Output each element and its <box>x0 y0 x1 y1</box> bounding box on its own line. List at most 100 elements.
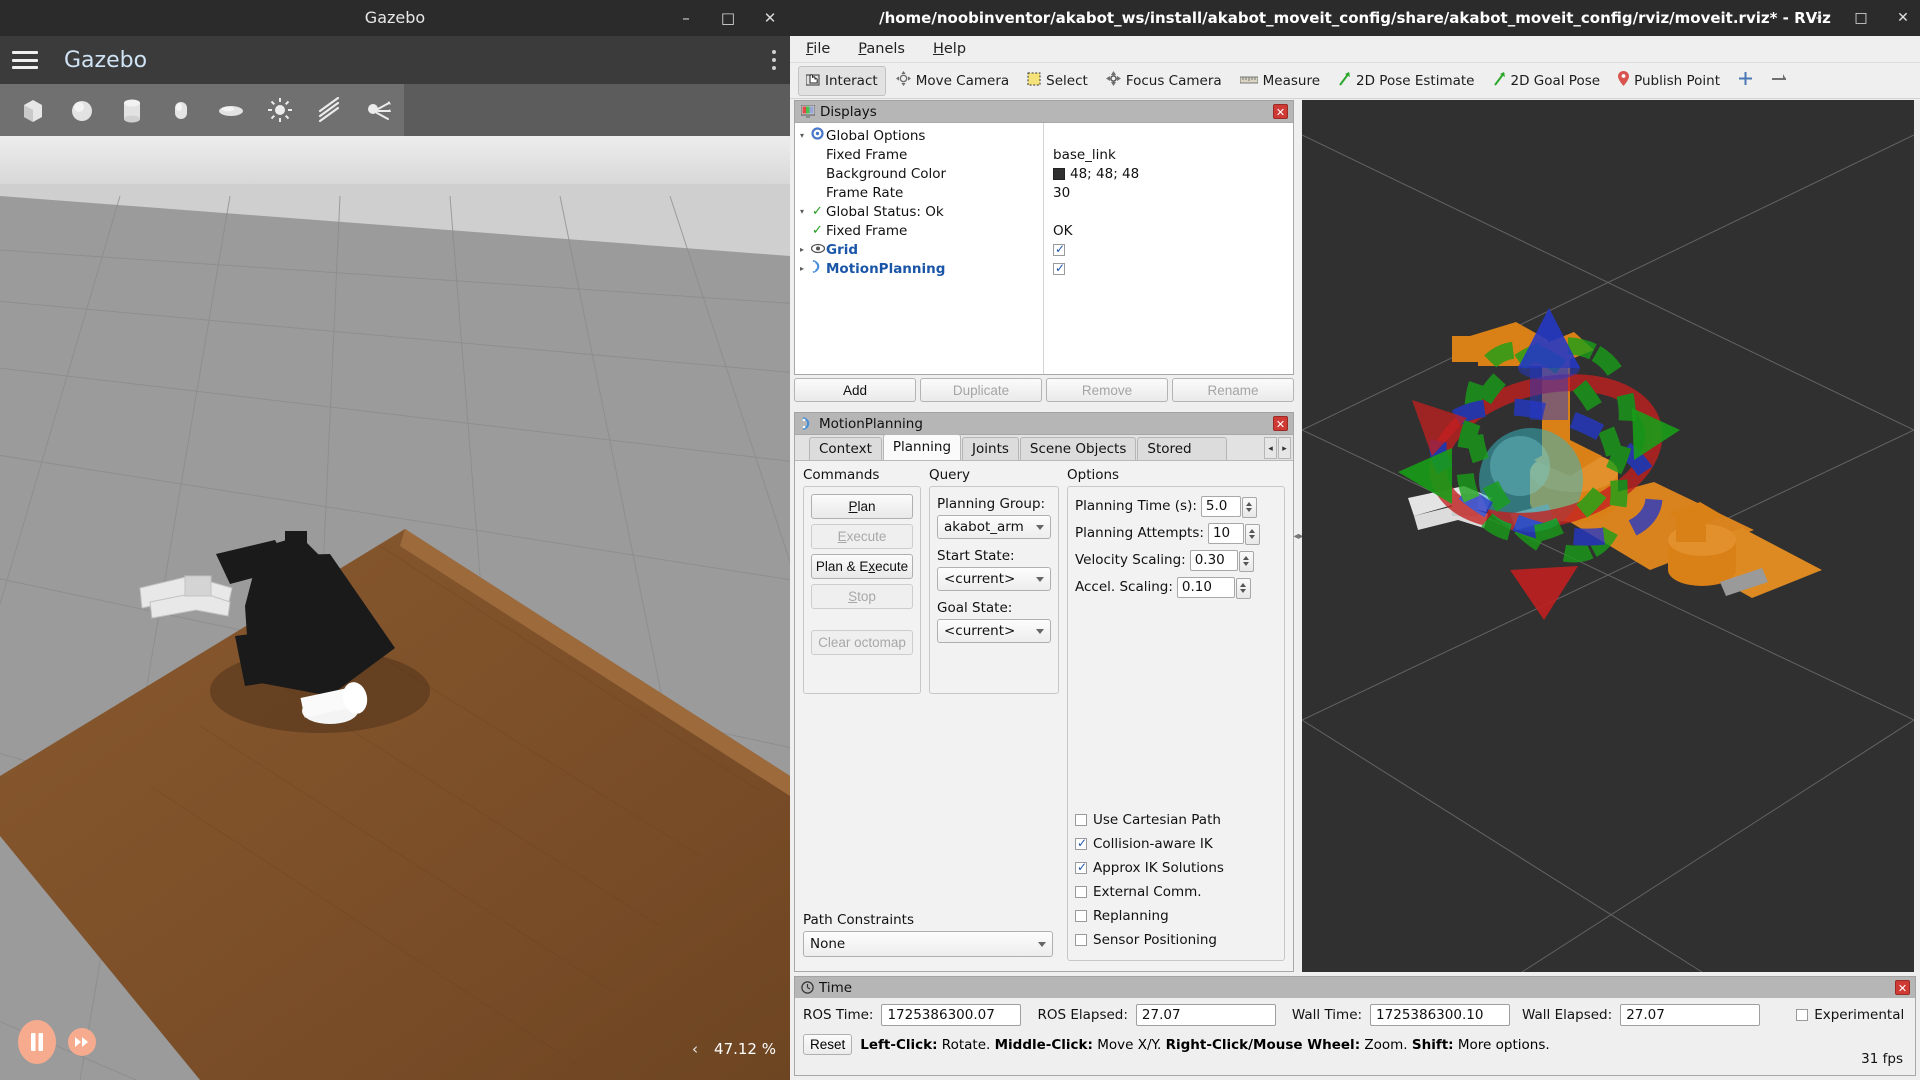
tab-context[interactable]: Context <box>809 437 882 460</box>
tree-value[interactable]: 48; 48; 48 <box>1070 166 1139 182</box>
tool-publish-point[interactable]: Publish Point <box>1610 66 1728 96</box>
displays-panel-close-icon[interactable]: ✕ <box>1273 104 1288 119</box>
plan-button[interactable]: Plan <box>811 494 913 519</box>
stop-button[interactable]: Stop <box>811 584 913 609</box>
zoom-prev-chevron-icon[interactable]: ‹ <box>692 1040 698 1058</box>
tree-row[interactable]: ▸ Grid <box>795 240 1293 259</box>
time-panel-close-icon[interactable]: ✕ <box>1895 980 1910 995</box>
hamburger-menu-icon[interactable] <box>12 51 38 69</box>
velocity-scaling-input[interactable]: 0.30 <box>1190 550 1238 571</box>
reset-button[interactable]: Reset <box>803 1034 852 1055</box>
sensor-positioning-row[interactable]: Sensor Positioning <box>1075 928 1224 952</box>
rviz-3d-viewport[interactable] <box>1302 100 1914 972</box>
wall-time-input[interactable]: 1725386300.10 <box>1370 1004 1510 1026</box>
step-forward-icon[interactable] <box>68 1028 96 1056</box>
tree-row[interactable]: ▸ MotionPlanning <box>795 259 1293 278</box>
rename-display-button[interactable]: Rename <box>1172 378 1294 402</box>
tool-move-camera[interactable]: Move Camera <box>888 66 1017 96</box>
sphere-icon[interactable] <box>58 88 108 132</box>
add-display-button[interactable]: Add <box>794 378 916 402</box>
planning-attempts-input[interactable]: 10 <box>1208 523 1244 544</box>
grid-enabled-checkbox[interactable] <box>1053 244 1065 256</box>
tab-planning[interactable]: Planning <box>883 434 961 460</box>
planning-attempts-stepper[interactable] <box>1245 524 1260 545</box>
gazebo-maximize-button[interactable]: □ <box>718 9 738 27</box>
sensor-positioning-checkbox[interactable] <box>1075 934 1087 946</box>
clear-octomap-button[interactable]: Clear octomap <box>811 630 913 655</box>
capsule-icon[interactable] <box>157 88 207 132</box>
tree-row[interactable]: ▾ Global Options <box>795 126 1293 145</box>
replanning-checkbox[interactable] <box>1075 910 1087 922</box>
use-cartesian-path-row[interactable]: Use Cartesian Path <box>1075 808 1224 832</box>
ellipsoid-icon[interactable] <box>206 88 256 132</box>
box-icon[interactable] <box>8 88 58 132</box>
tab-stored-scene[interactable]: Stored Scene <box>1137 437 1227 460</box>
tab-scroll-right-icon[interactable]: ▸ <box>1278 437 1291 459</box>
menu-panels[interactable]: Panels <box>854 39 909 59</box>
start-state-select[interactable]: <current> <box>937 567 1051 591</box>
experimental-row[interactable]: Experimental <box>1796 1007 1904 1023</box>
rviz-minimize-button[interactable]: – <box>1810 10 1828 26</box>
gazebo-close-button[interactable]: ✕ <box>760 9 780 27</box>
cylinder-icon[interactable] <box>107 88 157 132</box>
tool-measure[interactable]: Measure <box>1232 66 1328 96</box>
use-cartesian-path-checkbox[interactable] <box>1075 814 1087 826</box>
menu-file[interactable]: File <box>802 39 834 59</box>
collision-aware-ik-checkbox[interactable] <box>1075 838 1087 850</box>
duplicate-display-button[interactable]: Duplicate <box>920 378 1042 402</box>
wall-elapsed-input[interactable]: 27.07 <box>1620 1004 1760 1026</box>
accel-scaling-input[interactable]: 0.10 <box>1177 577 1235 598</box>
tool-remove-tool[interactable] <box>1763 66 1795 96</box>
goal-state-select[interactable]: <current> <box>937 619 1051 643</box>
tool-2d-pose-estimate[interactable]: 2D Pose Estimate <box>1330 66 1482 96</box>
tab-scroll-left-icon[interactable]: ◂ <box>1264 437 1277 459</box>
pause-icon[interactable] <box>18 1020 56 1064</box>
tree-row[interactable]: Fixed Frame base_link <box>795 145 1293 164</box>
menu-help[interactable]: Help <box>929 39 970 59</box>
replanning-row[interactable]: Replanning <box>1075 904 1224 928</box>
chevron-right-icon[interactable]: ▸ <box>795 245 809 254</box>
point-light-icon[interactable] <box>256 88 306 132</box>
displays-column-splitter[interactable] <box>1043 123 1044 374</box>
plan-and-execute-button[interactable]: Plan & Execute <box>811 554 913 579</box>
displays-tree[interactable]: ▾ Global Options Fixed Frame base_link B… <box>794 122 1294 375</box>
background-color-swatch[interactable] <box>1053 168 1065 180</box>
experimental-checkbox[interactable] <box>1796 1009 1808 1021</box>
approx-ik-solutions-row[interactable]: Approx IK Solutions <box>1075 856 1224 880</box>
external-comm-checkbox[interactable] <box>1075 886 1087 898</box>
tool-select[interactable]: Select <box>1019 66 1096 96</box>
motion-planning-panel-close-icon[interactable]: ✕ <box>1273 416 1288 431</box>
tree-row[interactable]: ✓ Fixed Frame OK <box>795 221 1293 240</box>
gazebo-minimize-button[interactable]: – <box>676 9 696 27</box>
path-constraints-select[interactable]: None <box>803 931 1053 957</box>
gazebo-3d-viewport[interactable]: ‹ 47.12 % <box>0 136 790 1080</box>
ros-elapsed-input[interactable]: 27.07 <box>1136 1004 1276 1026</box>
tool-2d-goal-pose[interactable]: 2D Goal Pose <box>1485 66 1609 96</box>
approx-ik-solutions-checkbox[interactable] <box>1075 862 1087 874</box>
external-comm-row[interactable]: External Comm. <box>1075 880 1224 904</box>
spot-light-icon[interactable] <box>355 88 405 132</box>
rviz-maximize-button[interactable]: □ <box>1852 10 1870 26</box>
tab-scene-objects[interactable]: Scene Objects <box>1020 437 1136 460</box>
tab-joints[interactable]: Joints <box>962 437 1019 460</box>
planning-group-select[interactable]: akabot_arm <box>937 515 1051 539</box>
tool-interact[interactable]: Interact <box>798 66 886 96</box>
velocity-scaling-stepper[interactable] <box>1239 551 1254 572</box>
tree-value[interactable]: base_link <box>1053 147 1116 163</box>
collision-aware-ik-row[interactable]: Collision-aware IK <box>1075 832 1224 856</box>
tree-value[interactable]: 30 <box>1053 185 1070 201</box>
ros-time-input[interactable]: 1725386300.07 <box>881 1004 1021 1026</box>
rviz-close-button[interactable]: ✕ <box>1894 10 1912 26</box>
gazebo-overflow-icon[interactable] <box>772 50 776 70</box>
motionplanning-enabled-checkbox[interactable] <box>1053 263 1065 275</box>
directional-light-icon[interactable] <box>305 88 355 132</box>
panel-splitter[interactable]: ◂▸ <box>1296 100 1301 972</box>
chevron-down-icon[interactable]: ▾ <box>795 131 809 140</box>
tree-row[interactable]: Background Color 48; 48; 48 <box>795 164 1293 183</box>
tool-focus-camera[interactable]: Focus Camera <box>1098 66 1230 96</box>
execute-button[interactable]: Execute <box>811 524 913 549</box>
planning-time-stepper[interactable] <box>1242 497 1257 518</box>
planning-time-input[interactable]: 5.0 <box>1201 496 1241 517</box>
chevron-down-icon[interactable]: ▾ <box>795 207 809 216</box>
tree-row[interactable]: Frame Rate 30 <box>795 183 1293 202</box>
